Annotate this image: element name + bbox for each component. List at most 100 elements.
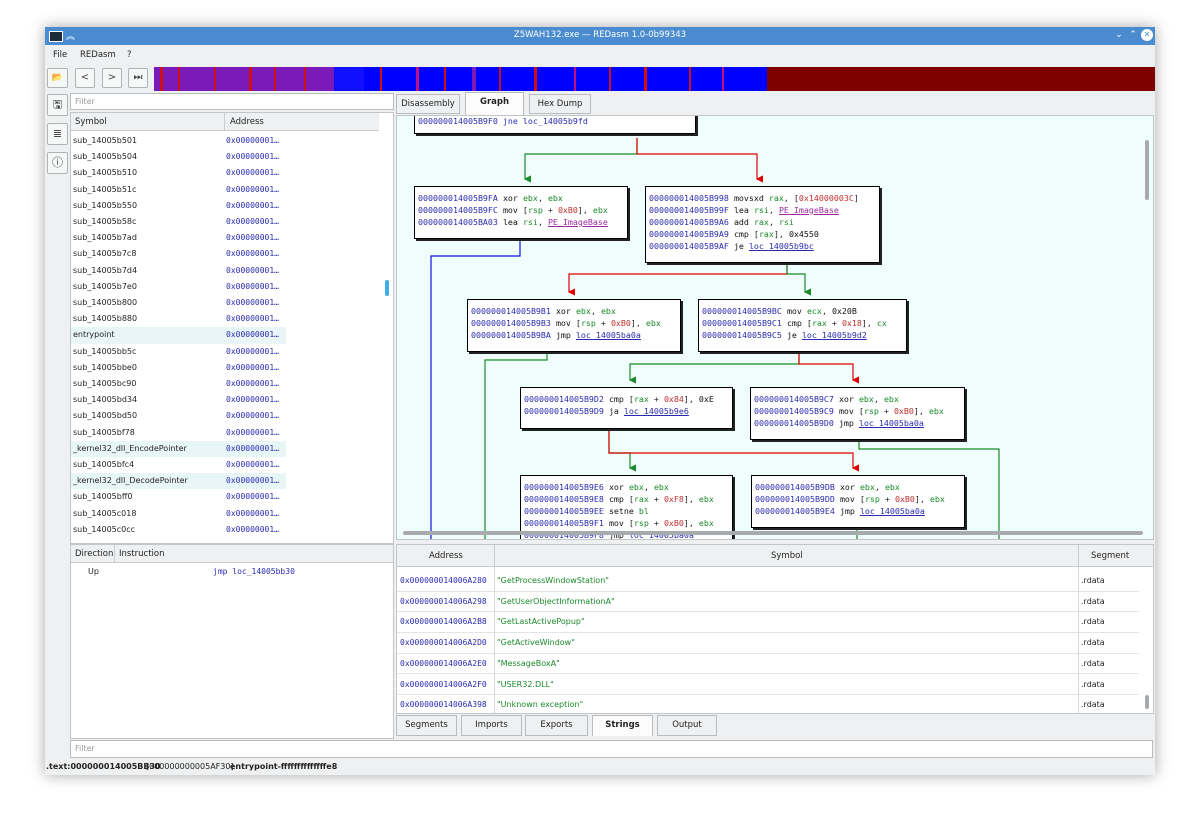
string-row[interactable]: 0x000000014006A2B8 "GetLastActivePopup" .r… <box>397 612 1139 634</box>
symbol-row[interactable]: sub_14005b7c8 0x00000001… <box>71 246 393 262</box>
symbol-address: 0x00000001… <box>226 281 279 291</box>
symbol-address: 0x00000001… <box>226 379 279 388</box>
symbol-name: sub_14005b7d4 <box>73 265 138 275</box>
tab-disassembly[interactable]: Disassembly <box>396 94 460 114</box>
symbol-name: sub_14005b7c8 <box>73 249 137 259</box>
string-row[interactable]: 0x000000014006A2F0 "USER32.DLL" .rdata <box>397 675 1139 696</box>
back-button[interactable]: < <box>75 68 95 88</box>
string-segment: .rdata <box>1081 700 1105 710</box>
symbol-row[interactable]: entrypoint 0x00000001… <box>71 327 286 344</box>
database-icon[interactable]: ≣ <box>47 123 68 145</box>
symbol-name: sub_14005b501 <box>73 136 138 145</box>
strings-segment-header[interactable]: Segment <box>1091 551 1129 561</box>
symbol-row[interactable]: sub_14005bb5c 0x00000001… <box>71 344 393 360</box>
symbol-address: 0x00000001… <box>226 152 279 162</box>
symbol-row[interactable]: sub_14005b58c 0x00000001… <box>71 214 393 230</box>
navigation-bar[interactable] <box>154 67 1155 91</box>
symbol-row[interactable]: sub_14005b51c 0x00000001… <box>71 182 393 198</box>
symbol-row[interactable]: sub_14005bc90 0x00000001… <box>71 376 393 392</box>
symbol-row[interactable]: sub_14005b7e0 0x00000001… <box>71 279 393 295</box>
string-row[interactable]: 0x000000014006A2D0 "GetActiveWindow" .rdat… <box>397 633 1139 654</box>
strings-address-header[interactable]: Address <box>429 551 463 561</box>
symbol-row[interactable]: sub_14005bd34 0x00000001… <box>71 392 393 408</box>
tab-imports[interactable]: Imports <box>461 715 522 736</box>
symbol-column-header[interactable]: Symbol <box>75 117 107 127</box>
graph-node-5[interactable]: 000000014005B9D2 cmp [rax + 0x84], 0xE 0… <box>520 387 733 429</box>
tab-hex-dump[interactable]: Hex Dump <box>529 94 591 114</box>
symbol-name: sub_14005bc90 <box>73 379 137 388</box>
graph-node-top[interactable]: 000000014005B9F0 jne loc_14005b9fd <box>414 116 696 134</box>
symbol-name: sub_14005bfc4 <box>73 460 135 469</box>
symbol-row[interactable]: sub_14005b880 0x00000001… <box>71 311 393 327</box>
symbol-row[interactable]: sub_14005bf78 0x00000001… <box>71 425 393 441</box>
symbol-row[interactable]: sub_14005bfc4 0x00000001… <box>71 457 393 473</box>
string-row[interactable]: 0x000000014006A280 "GetProcessWindowStati… <box>397 571 1139 592</box>
string-address: 0x000000014006A298 <box>400 596 487 606</box>
graph-vertical-scrollbar[interactable] <box>1145 140 1149 200</box>
string-segment: .rdata <box>1081 679 1105 689</box>
symbol-row[interactable]: _kernel32_dll_DecodePointer 0x00000001… <box>71 473 286 490</box>
info-icon[interactable]: ⓘ <box>47 152 68 174</box>
symbol-row[interactable]: sub_14005b7ad 0x00000001… <box>71 230 393 246</box>
string-row[interactable]: 0x000000014006A398 "Unknown exception" .rd… <box>397 695 1139 713</box>
tab-segments[interactable]: Segments <box>396 715 457 736</box>
direction-column-header[interactable]: Direction <box>75 549 113 559</box>
graph-node-8[interactable]: 000000014005B9DB xor ebx, ebx 0000000140… <box>751 475 965 528</box>
symbol-address: 0x00000001… <box>226 346 279 356</box>
address-column-header[interactable]: Address <box>230 117 264 127</box>
minimize-icon[interactable]: ⌄ <box>1113 29 1125 41</box>
symbol-name: sub_14005b504 <box>73 152 138 162</box>
menu-help[interactable]: ? <box>127 50 132 60</box>
strings-scrollbar[interactable] <box>1145 695 1149 709</box>
symbol-row[interactable]: sub_14005b504 0x00000001… <box>71 149 393 165</box>
graph-node-3[interactable]: 000000014005B9B1 xor ebx, ebx 0000000140… <box>467 299 681 352</box>
strings-header: Address Symbol Segment <box>397 545 1153 567</box>
symbol-row[interactable]: sub_14005b800 0x00000001… <box>71 295 393 311</box>
reference-direction[interactable]: Up <box>88 567 99 576</box>
string-row[interactable]: 0x000000014006A298 "GetUserObjectInformat… <box>397 592 1139 613</box>
tab-exports[interactable]: Exports <box>525 715 588 736</box>
graph-node-4[interactable]: 000000014005B9BC mov ecx, 0x20B 00000001… <box>698 299 907 352</box>
symbol-address: 0x00000001… <box>226 492 279 502</box>
symbol-name: _kernel32_dll_DecodePointer <box>73 476 188 486</box>
symbol-address: 0x00000001… <box>226 427 279 437</box>
symbol-row[interactable]: _kernel32_dll_EncodePointer 0x00000001… <box>71 440 286 457</box>
bottom-filter-input[interactable]: Filter <box>70 740 1153 758</box>
symbol-row[interactable]: sub_14005b510 0x00000001… <box>71 165 393 181</box>
forward-button[interactable]: > <box>102 68 122 88</box>
instruction-column-header[interactable]: Instruction <box>119 549 165 559</box>
open-button[interactable]: 📂 <box>47 68 68 88</box>
symbols-scrollbar[interactable] <box>385 280 389 296</box>
string-row[interactable]: 0x000000014006A2E0 "MessageBoxA" .rdata <box>397 654 1139 675</box>
symbol-row[interactable]: sub_14005bff0 0x00000001… <box>71 489 393 505</box>
save-icon[interactable]: 🖫 <box>47 94 68 116</box>
goto-button[interactable]: ⏭ <box>128 68 148 88</box>
graph-node-1[interactable]: 000000014005B9FA xor ebx, ebx 0000000140… <box>414 186 628 239</box>
tab-graph[interactable]: Graph <box>465 92 524 115</box>
string-address: 0x000000014006A398 <box>400 700 487 710</box>
string-segment: .rdata <box>1081 638 1105 648</box>
strings-symbol-header[interactable]: Symbol <box>771 551 803 561</box>
reference-instruction[interactable]: jmp loc_14005bb30 <box>213 567 295 576</box>
symbol-row[interactable]: sub_14005b550 0x00000001… <box>71 198 393 214</box>
menu-file[interactable]: File <box>53 50 67 60</box>
close-icon[interactable]: ✕ <box>1141 29 1153 41</box>
symbol-row[interactable]: sub_14005c018 0x00000001… <box>71 506 393 522</box>
symbol-row[interactable]: sub_14005bd50 0x00000001… <box>71 408 393 424</box>
tab-strings[interactable]: Strings <box>592 715 653 736</box>
graph-node-2[interactable]: 000000014005B998 movsxd rax, [0x14000003… <box>645 186 880 263</box>
symbol-name: sub_14005bd34 <box>73 395 138 405</box>
graph-node-6[interactable]: 000000014005B9C7 xor ebx, ebx 0000000140… <box>750 387 965 440</box>
symbol-row[interactable]: sub_14005bbe0 0x00000001… <box>71 360 393 376</box>
symbol-address: 0x00000001… <box>226 217 279 226</box>
symbol-row[interactable]: sub_14005b501 0x00000001… <box>71 133 393 149</box>
symbol-address: 0x00000001… <box>226 298 279 307</box>
symbols-filter-input[interactable]: Filter <box>70 93 394 110</box>
graph-horizontal-scrollbar[interactable] <box>403 531 1143 535</box>
maximize-icon[interactable]: ⌃ <box>1127 29 1139 41</box>
symbol-row[interactable]: sub_14005b7d4 0x00000001… <box>71 263 393 279</box>
tab-output[interactable]: Output <box>657 715 717 736</box>
graph-view[interactable]: 000000014005B9F0 jne loc_14005b9fd 00000… <box>396 115 1154 540</box>
menu-redasm[interactable]: REDasm <box>80 50 116 60</box>
symbol-row[interactable]: sub_14005c0cc 0x00000001… <box>71 522 393 538</box>
